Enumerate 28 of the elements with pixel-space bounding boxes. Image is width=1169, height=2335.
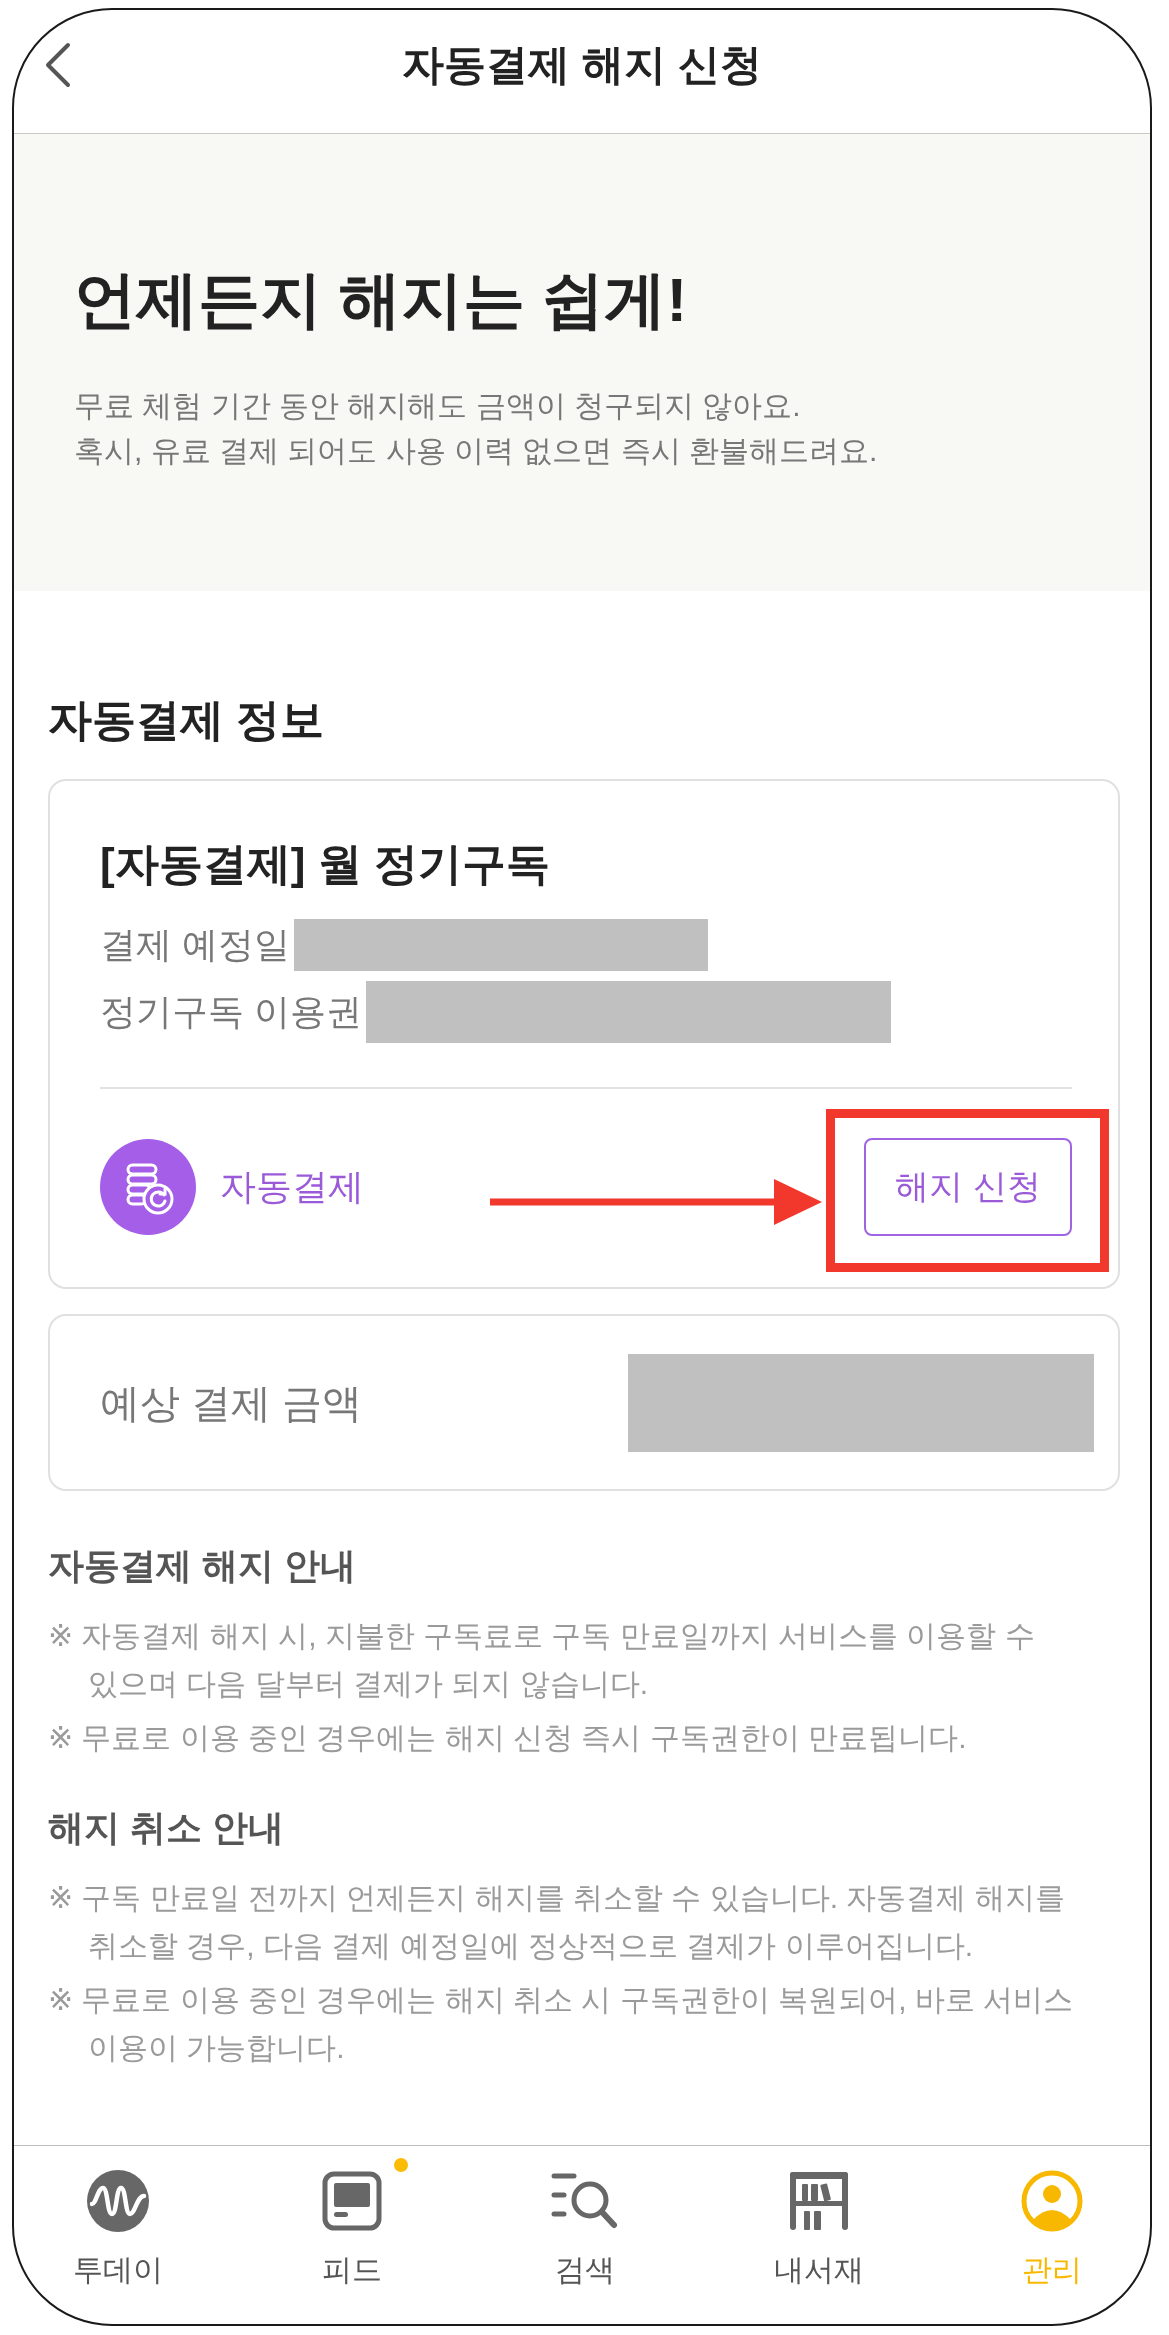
page-title: 자동결제 해지 신청 [402, 39, 762, 90]
field-label: 결제 예정일 [100, 923, 290, 967]
screen-icon [321, 2171, 382, 2231]
user-icon [1021, 2170, 1083, 2232]
plan-title: [자동결제] 월 정기구독 [100, 838, 550, 890]
back-icon [44, 41, 72, 88]
bookshelf-icon [787, 2170, 850, 2232]
wave-icon [87, 2170, 149, 2232]
nav-tab[interactable]: 내서재 [758, 2156, 879, 2288]
field-label: 정기구독 이용권 [100, 990, 362, 1034]
notice-text: ※ 자동결제 해지 시, 지불한 구독료로 구독 만료일까지 서비스를 이용할 수 있으며 다음 달부터 결제가 되지 않습니다. [48, 1618, 1036, 1702]
back-button[interactable] [44, 41, 72, 88]
hero-text: 혹시, 유료 결제 되어도 사용 이력 없으면 즉시 환불해드려요. [74, 433, 878, 469]
coin-refresh-icon [100, 1139, 196, 1235]
estimate-label: 예상 결제 금액 [100, 1379, 363, 1427]
nav-tab[interactable]: 피드 [291, 2156, 412, 2288]
notice-heading: 해지 취소 안내 [48, 1806, 284, 1850]
hero-title: 언제든지 해지는 쉽게! [74, 264, 688, 336]
nav-tab[interactable]: 검색 [525, 2156, 645, 2288]
payment-method: 자동결제 [220, 1165, 364, 1209]
notice-text: ※ 구독 만료일 전까지 언제든지 해지를 취소할 수 있습니다. 자동결제 해지를 취소할 경우, 다음 결제 예정일에 정상적으로 결제가 이루어집니다. [48, 1880, 1066, 1964]
notice-heading: 자동결제 해지 안내 [48, 1544, 356, 1588]
notice-text: ※ 무료로 이용 중인 경우에는 해지 신청 즉시 구독권한이 만료됩니다. [48, 1720, 968, 1756]
cancel-request-button[interactable]: 해지 신청 [864, 1138, 1072, 1236]
notice-text: ※ 무료로 이용 중인 경우에는 해지 취소 시 구독권한이 복원되어, 바로 서비스 이용이 가능합니다. [48, 1982, 1075, 2066]
nav-tab[interactable]: 투데이 [58, 2156, 178, 2288]
section-title: 자동결제 정보 [48, 694, 325, 746]
hero-text: 무료 체험 기간 동안 해지해도 금액이 청구되지 않아요. [74, 388, 801, 424]
